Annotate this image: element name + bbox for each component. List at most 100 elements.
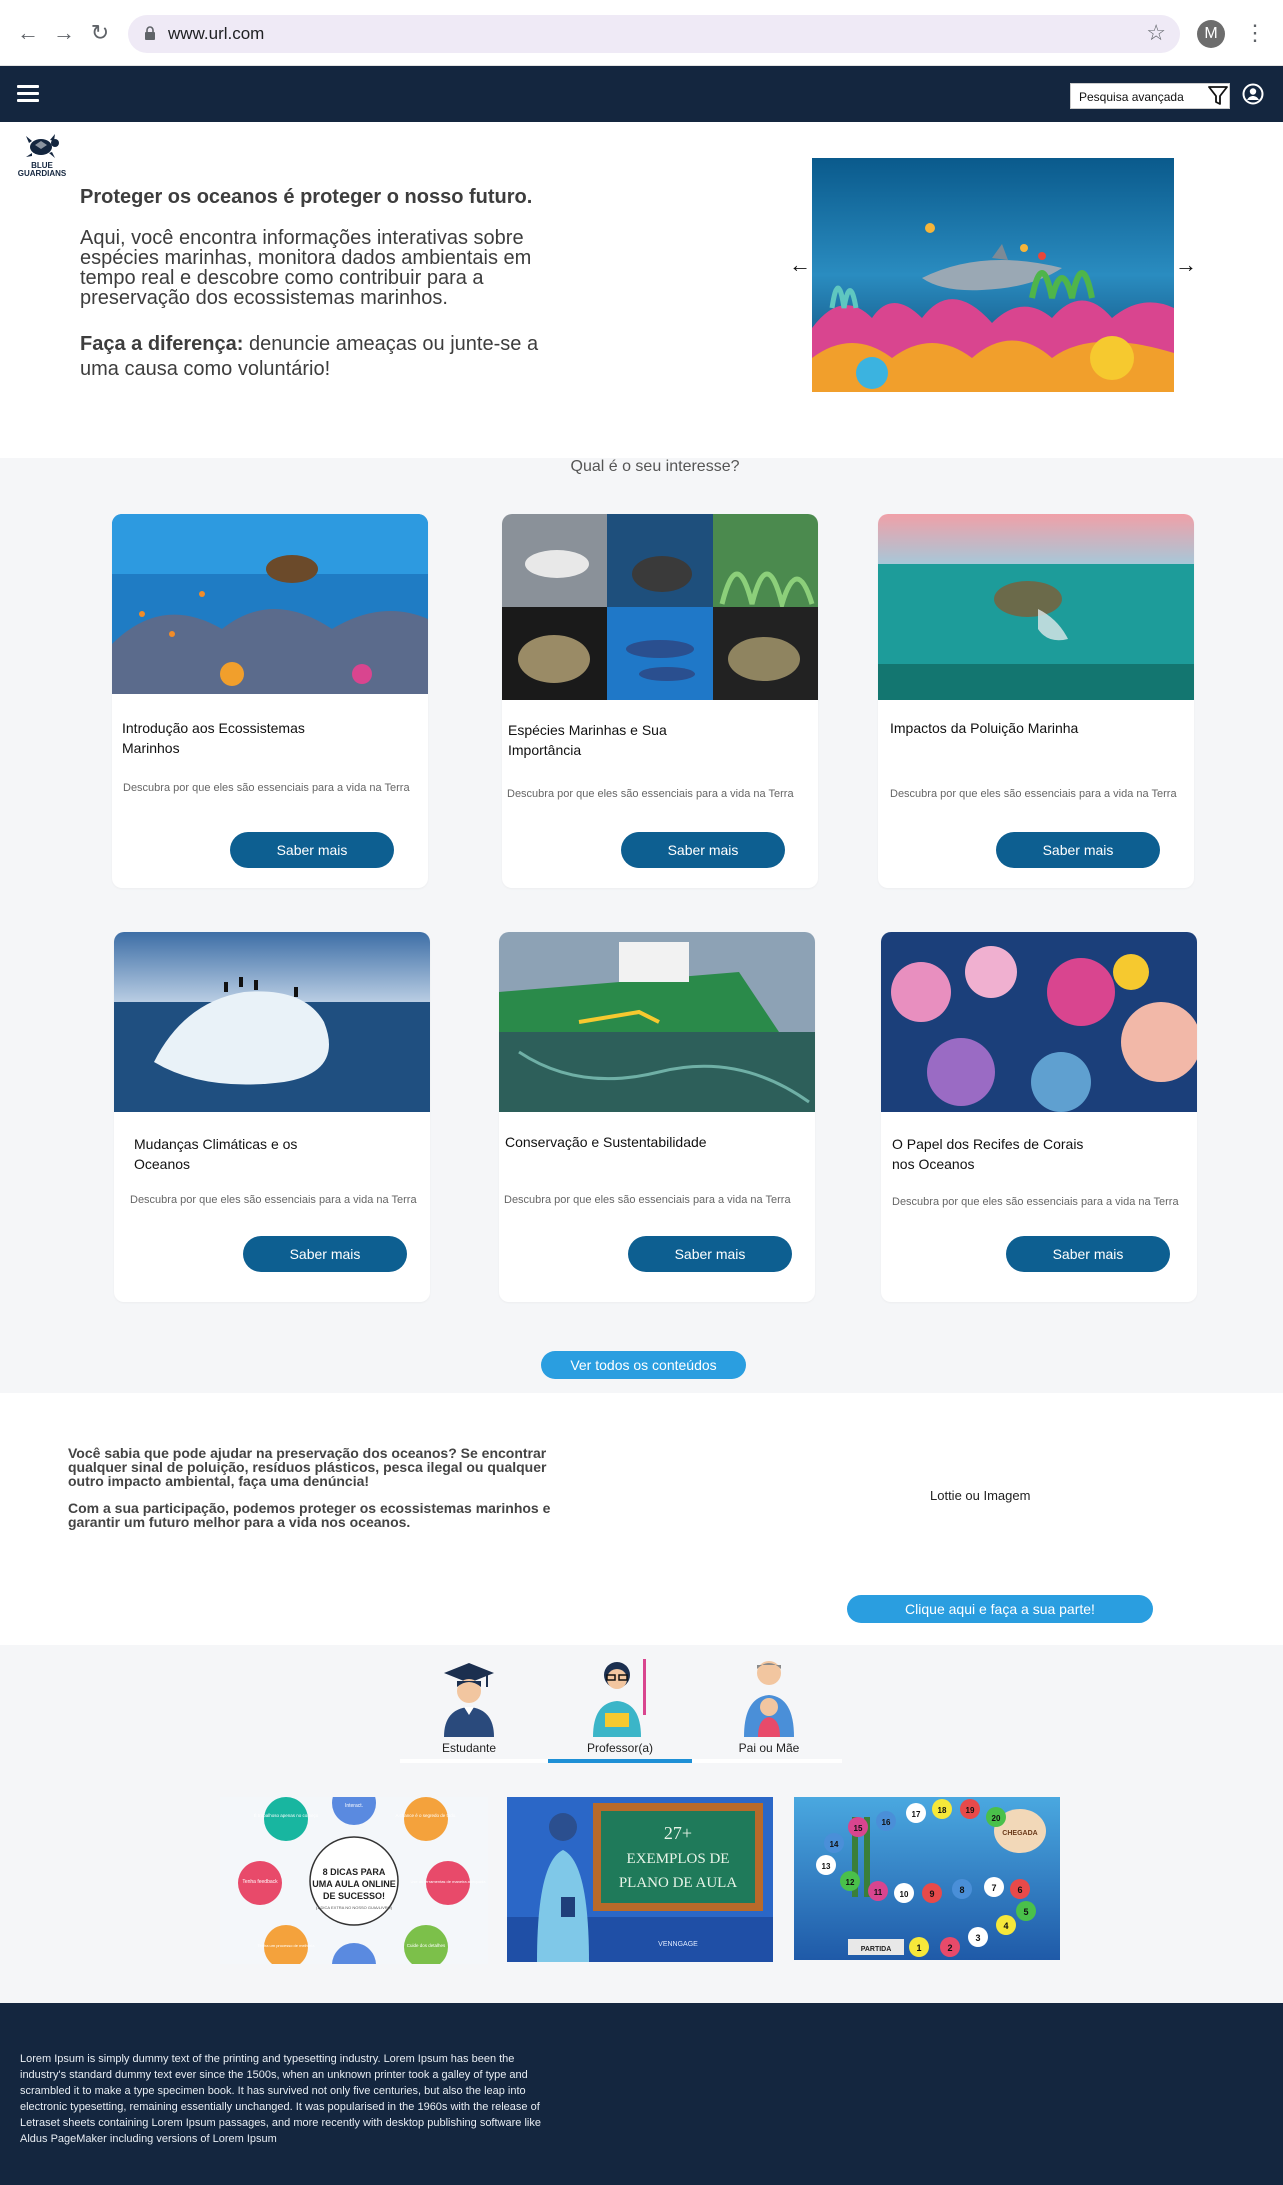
advanced-search-field[interactable]: Pesquisa avançada: [1070, 83, 1230, 109]
learn-more-button[interactable]: Saber mais: [243, 1236, 407, 1272]
tip-label: Interact.: [345, 1803, 363, 1809]
tab-parent[interactable]: Pai ou Mãe: [694, 1653, 844, 1755]
hero-description: Aqui, você encontra informações interati…: [80, 227, 532, 309]
tab-label: Professor(a): [586, 1741, 654, 1755]
learn-more-button[interactable]: Saber mais: [628, 1236, 792, 1272]
board-space-number: 16: [882, 1818, 891, 1827]
board-space-number: 8: [959, 1885, 964, 1895]
material-card-lesson-plans[interactable]: 27+ EXEMPLOS DE PLANO DE AULA VENNGAGE: [507, 1797, 773, 1962]
card-description: Descubra por que eles são essenciais par…: [892, 1196, 1179, 1208]
card-title: Impactos da Poluição Marinha: [890, 720, 1079, 736]
card-image-reef-turtle: [112, 514, 428, 694]
board-space-number: 12: [846, 1878, 855, 1887]
material-card-online-tips[interactable]: 8 DICAS PARA UMA AULA ONLINE DE SUCESSO!…: [220, 1797, 488, 1964]
learn-more-button[interactable]: Saber mais: [1006, 1236, 1170, 1272]
card-title: Espécies Marinhas e Sua Importância: [508, 722, 667, 758]
tip-label: Tenha um processo de melhoria: [258, 1943, 316, 1948]
online-class-tips-infographic: 8 DICAS PARA UMA AULA ONLINE DE SUCESSO!…: [220, 1797, 488, 1964]
card-image-coral-reef: [881, 932, 1197, 1112]
carousel-next-arrow-icon[interactable]: →: [1175, 252, 1197, 278]
lesson-title-2: EXEMPLOS DE: [627, 1851, 730, 1867]
back-icon[interactable]: ←: [15, 20, 41, 46]
tip-center-small: (1 DICA EXTRA NO NOSSO GUIA/LIVRO): [316, 1905, 393, 1910]
site-footer: Lorem Ipsum is simply dummy text of the …: [0, 2003, 1283, 2185]
learn-more-button[interactable]: Saber mais: [621, 832, 785, 868]
card-image-plastic-pollution: [878, 514, 1194, 700]
browser-menu-icon[interactable]: ⋮: [1244, 18, 1266, 48]
hero-cta-bold: Faça a diferença:: [80, 333, 244, 355]
tab-underline-track: [692, 1759, 842, 1763]
coral-reef-illustration: [812, 158, 1174, 392]
report-paragraph-1: Você sabia que pode ajudar na preservaçã…: [68, 1445, 547, 1489]
learn-more-button[interactable]: Saber mais: [230, 832, 394, 868]
board-space-number: 5: [1023, 1907, 1028, 1917]
report-text: Você sabia que pode ajudar na preservaçã…: [68, 1446, 563, 1542]
learn-more-button[interactable]: Saber mais: [996, 832, 1160, 868]
board-space-number: 15: [854, 1824, 863, 1833]
board-space-number: 20: [992, 1814, 1001, 1823]
tab-student[interactable]: Estudante: [394, 1653, 544, 1755]
profile-avatar[interactable]: M: [1197, 20, 1225, 48]
board-space-number: 7: [991, 1883, 996, 1893]
card-description: Descubra por que eles são essenciais par…: [504, 1194, 791, 1206]
board-space-number: 6: [1017, 1885, 1022, 1895]
hero-call-to-action: Faça a diferença: denuncie ameaças ou ju…: [80, 332, 580, 382]
card-title: Introdução aos Ecossistemas Marinhos: [122, 720, 305, 756]
interests-heading: Qual é o seu interesse?: [570, 458, 740, 475]
hero-carousel-image: [812, 158, 1174, 392]
brand-logo[interactable]: BLUE GUARDIANS: [14, 132, 70, 182]
content-card: O Papel dos Recifes de Corais nos Oceano…: [881, 932, 1197, 1302]
hero-title: Proteger os oceanos é proteger o nosso f…: [80, 186, 533, 208]
card-title: Mudanças Climáticas e os Oceanos: [134, 1136, 298, 1172]
bookmark-star-icon[interactable]: ☆: [1146, 20, 1166, 46]
logo-text-2: GUARDIANS: [17, 169, 67, 178]
card-title: Conservação e Sustentabilidade: [505, 1134, 707, 1150]
carousel-prev-arrow-icon[interactable]: ←: [789, 252, 811, 278]
card-image-ship-nets: [499, 932, 815, 1112]
take-action-button[interactable]: Clique aqui e faça a sua parte!: [847, 1595, 1153, 1623]
board-space-number: 2: [947, 1943, 952, 1953]
card-description: Descubra por que eles são essenciais par…: [890, 788, 1177, 800]
interests-section: Qual é o seu interesse? Introdução aos E…: [0, 458, 1283, 1393]
tab-label: Pai ou Mãe: [738, 1741, 800, 1755]
lesson-title-1: 27+: [664, 1823, 692, 1843]
see-all-content-button[interactable]: Ver todos os conteúdos: [541, 1351, 746, 1379]
user-account-icon[interactable]: [1242, 83, 1264, 105]
tab-teacher[interactable]: Professor(a): [545, 1653, 695, 1755]
tip-label: Use as ferramentas de maneira adequada: [411, 1879, 487, 1884]
tip-center-line2: UMA AULA ONLINE: [312, 1879, 396, 1889]
board-space-number: 3: [975, 1933, 980, 1943]
board-space-number: 9: [929, 1889, 934, 1899]
board-space-number: 11: [874, 1888, 883, 1897]
forward-icon[interactable]: →: [51, 20, 77, 46]
lesson-plans-illustration: 27+ EXEMPLOS DE PLANO DE AULA VENNGAGE: [507, 1797, 773, 1962]
board-space-number: 13: [822, 1862, 831, 1871]
material-card-board-game[interactable]: CHEGADA PARTIDA 1 2 3 4 5 6 7 8 9 10 11 …: [794, 1797, 1060, 1960]
board-space-number: 17: [912, 1810, 921, 1819]
board-space-number: 4: [1003, 1921, 1008, 1931]
address-bar[interactable]: www.url.com ☆: [128, 15, 1180, 53]
card-description: Descubra por que eles são essenciais par…: [507, 788, 794, 800]
ocean-board-game-illustration: CHEGADA PARTIDA 1 2 3 4 5 6 7 8 9 10 11 …: [794, 1797, 1060, 1960]
content-card: Conservação e Sustentabilidade Descubra …: [499, 932, 815, 1302]
board-space-number: 14: [830, 1840, 839, 1849]
card-description: Descubra por que eles são essenciais par…: [130, 1194, 417, 1206]
report-paragraph-2: Com a sua participação, podemos proteger…: [68, 1500, 551, 1530]
active-tab-indicator: [548, 1759, 692, 1763]
browser-toolbar: ← → ↻ www.url.com ☆ M ⋮: [0, 0, 1283, 66]
game-finish-label: CHEGADA: [1002, 1830, 1037, 1837]
tip-label: A chance é o segredo de tudo.: [395, 1813, 456, 1818]
tip-center-line1: 8 DICAS PARA: [323, 1867, 386, 1877]
footer-text: Lorem Ipsum is simply dummy text of the …: [20, 2053, 541, 2145]
lock-icon: [145, 26, 155, 40]
board-space-number: 1: [916, 1943, 921, 1953]
tip-center-line3: DE SUCESSO!: [323, 1891, 385, 1901]
content-card: Introdução aos Ecossistemas Marinhos Des…: [112, 514, 428, 888]
card-image-iceberg-penguins: [114, 932, 430, 1112]
game-start-label: PARTIDA: [861, 1946, 892, 1953]
filter-icon[interactable]: [1208, 85, 1228, 107]
teacher-icon: [593, 1659, 646, 1737]
reload-icon[interactable]: ↻: [87, 20, 113, 46]
menu-icon[interactable]: [17, 85, 39, 103]
tip-label: É trabalhoso apenas no começo: [254, 1812, 319, 1818]
